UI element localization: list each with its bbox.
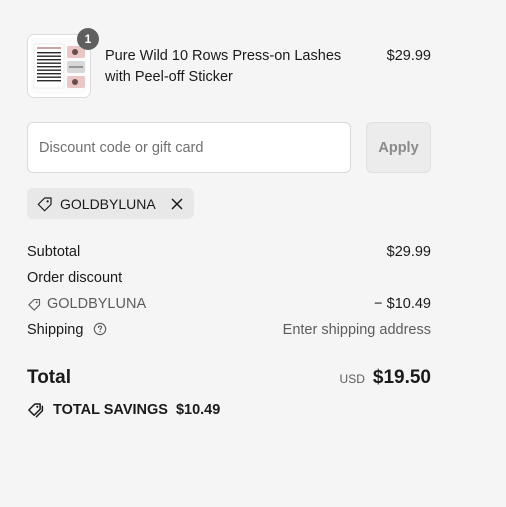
product-image [31, 38, 87, 94]
subtotal-row: Subtotal $29.99 [27, 241, 431, 267]
shipping-row: Shipping Enter shipping address [27, 319, 431, 345]
line-item: 1 Pure Wild 10 Rows Press-on Lashes with… [27, 28, 431, 98]
subtotal-value: $29.99 [386, 244, 431, 260]
total-row: Total USD $19.50 [27, 363, 431, 401]
product-thumbnail: 1 [27, 28, 99, 98]
shipping-value: Enter shipping address [282, 322, 431, 338]
applied-discount-code: GOLDBYLUNA [60, 195, 156, 212]
apply-discount-button[interactable]: Apply [366, 122, 431, 173]
product-price: $29.99 [386, 48, 431, 64]
discount-code-input[interactable] [27, 122, 351, 173]
total-amount: $19.50 [372, 367, 431, 388]
quantity-badge: 1 [77, 28, 99, 50]
discount-form: Apply [27, 122, 431, 174]
shipping-label: Shipping [27, 322, 84, 338]
currency-code: USD [339, 372, 365, 386]
discount-code-row: GOLDBYLUNA − $10.49 [27, 293, 431, 319]
applied-discount-chip: GOLDBYLUNA [27, 188, 194, 219]
close-icon [171, 197, 183, 210]
remove-discount-button[interactable] [170, 197, 184, 211]
shipping-help-icon[interactable] [93, 322, 107, 336]
tags-icon [28, 403, 44, 418]
total-savings-label: TOTAL SAVINGS [53, 402, 168, 418]
order-summary: 1 Pure Wild 10 Rows Press-on Lashes with… [27, 28, 431, 419]
cost-summary: Subtotal $29.99 Order discount GOLDBYLUN… [27, 241, 431, 419]
discount-code-label: GOLDBYLUNA [47, 296, 147, 312]
total-savings-value: $10.49 [175, 402, 221, 418]
order-discount-label: Order discount [27, 270, 123, 286]
tag-icon [37, 196, 52, 211]
total-savings: TOTAL SAVINGS $10.49 [27, 401, 431, 419]
product-name: Pure Wild 10 Rows Press-on Lashes with P… [105, 48, 342, 85]
discount-value: − $10.49 [374, 296, 431, 312]
help-icon [94, 322, 107, 336]
order-discount-row: Order discount [27, 267, 431, 293]
total-label: Total [27, 367, 71, 388]
subtotal-label: Subtotal [27, 244, 81, 260]
tag-icon [28, 298, 41, 311]
